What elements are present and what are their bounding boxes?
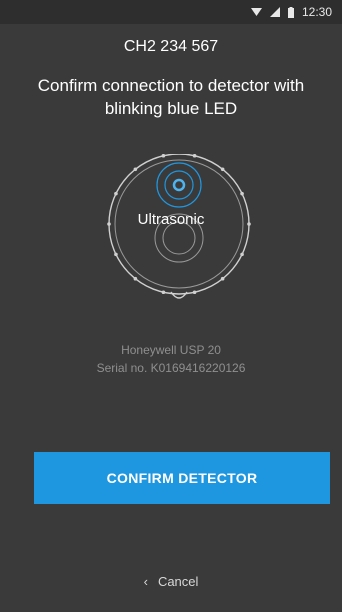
instruction-text: Confirm connection to detector with blin… bbox=[37, 76, 305, 118]
rim-dot bbox=[220, 167, 225, 172]
rim-dot bbox=[220, 276, 225, 281]
device-id-title: CH2 234 567 bbox=[123, 38, 219, 55]
detector-illustration bbox=[107, 154, 251, 299]
rim-dot bbox=[240, 191, 244, 196]
cancel-button[interactable]: ‹ Cancel bbox=[0, 574, 342, 589]
device-model: Honeywell USP 20 bbox=[121, 343, 221, 357]
rim-dot bbox=[114, 252, 118, 257]
rim-dot bbox=[192, 290, 197, 295]
clock-time: 12:30 bbox=[301, 5, 332, 19]
rim-dot bbox=[133, 276, 138, 281]
rim-dot bbox=[161, 154, 166, 158]
chevron-left-icon: ‹ bbox=[143, 574, 148, 589]
confirm-detector-button[interactable]: CONFIRM DETECTOR bbox=[34, 452, 330, 504]
rim-dot bbox=[133, 167, 138, 172]
led-glow-outer bbox=[156, 162, 202, 208]
led-glow-mid bbox=[164, 170, 194, 200]
wifi-icon bbox=[250, 7, 262, 17]
rim-dot bbox=[192, 154, 197, 158]
battery-icon bbox=[287, 6, 294, 18]
led-light bbox=[172, 178, 186, 192]
status-bar: 12:30 bbox=[0, 0, 342, 24]
rim-dot bbox=[161, 290, 166, 295]
rim-dot bbox=[240, 252, 244, 257]
device-serial: Serial no. K0169416220126 bbox=[96, 361, 246, 375]
signal-icon bbox=[269, 7, 280, 17]
detector-type-label: Ultrasonic bbox=[137, 211, 205, 228]
rim-dot bbox=[114, 191, 118, 196]
cancel-label: Cancel bbox=[157, 574, 199, 589]
